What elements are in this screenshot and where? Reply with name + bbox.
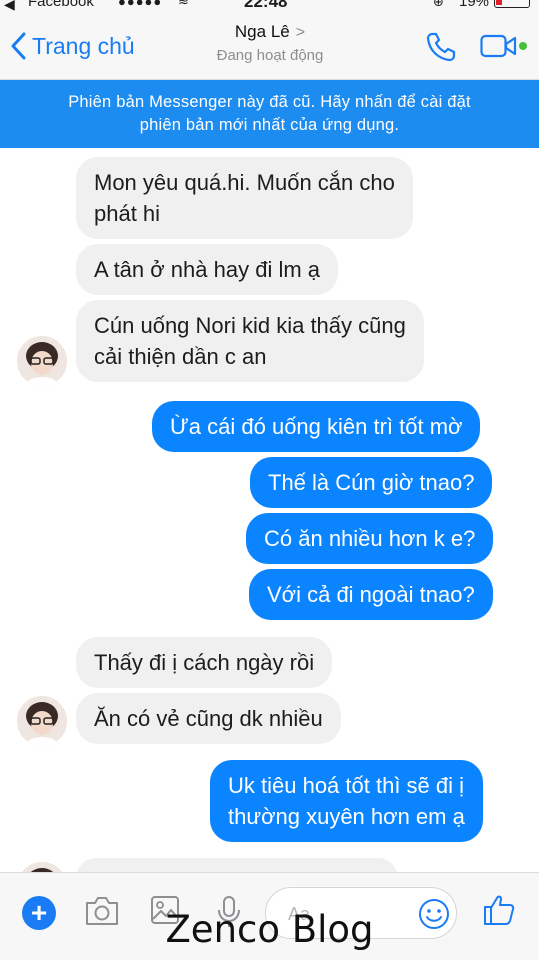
message-text-line: Thế là Cún giờ tnao?	[268, 470, 475, 495]
outgoing-message[interactable]: Uk tiêu hoá tốt thì sẽ đi ị thường xuyên…	[210, 760, 483, 842]
outgoing-message[interactable]: Ừa cái đó uống kiên trì tốt mờ	[152, 401, 481, 452]
back-button[interactable]: Trang chủ	[10, 32, 135, 60]
contact-avatar[interactable]	[17, 336, 67, 386]
status-clock: 22:48	[244, 0, 288, 11]
message-text-line: Mon yêu quá.hi. Muốn cắn cho	[94, 170, 395, 195]
avatar-image	[17, 336, 67, 386]
update-banner[interactable]: Phiên bản Messenger này đã cũ. Hãy nhấn …	[0, 80, 539, 148]
avatar-image	[17, 696, 67, 746]
incoming-message[interactable]: Thấy đi ị cách ngày rồi	[76, 637, 333, 688]
contact-title[interactable]: Nga Lê > Đang hoạt động	[180, 22, 360, 64]
watermark: Zenco Blog	[165, 908, 374, 951]
active-status-dot	[519, 42, 527, 50]
outgoing-message[interactable]: Với cả đi ngoài tnao?	[249, 569, 493, 620]
status-app-name[interactable]: Facebook	[28, 0, 94, 9]
back-chevron-icon	[11, 32, 26, 60]
message-text-line: thường xuyên hơn em ạ	[228, 804, 465, 829]
message-text-line: phát hi	[94, 201, 161, 226]
message-text-line: cải thiện dần c an	[94, 344, 267, 369]
incoming-message[interactable]: Cún uống Nori kid kia thấy cũng cải thiệ…	[76, 300, 424, 382]
video-camera-icon[interactable]	[480, 34, 518, 58]
contact-avatar[interactable]	[17, 696, 67, 746]
status-back-icon[interactable]: ◀	[4, 0, 15, 11]
message-text-line: Ăn có vẻ cũng dk nhiều	[94, 706, 323, 731]
status-bar: ◀ Facebook ●●●●● ≋ 22:48 ⊕ 19%	[0, 0, 539, 14]
conversation-header: Trang chủ Nga Lê > Đang hoạt động	[0, 14, 539, 80]
incoming-message[interactable]: Ăn có vẻ cũng dk nhiều	[76, 693, 341, 744]
phone-icon[interactable]	[424, 30, 458, 64]
signal-strength: ●●●●●	[118, 0, 163, 9]
incoming-message[interactable]: A tân ở nhà hay đi lm ạ	[76, 244, 339, 295]
message-text-line: Cún uống Nori kid kia thấy cũng	[94, 313, 406, 338]
incoming-message[interactable]: Mon yêu quá.hi. Muốn cắn cho phát hi	[76, 157, 413, 239]
banner-line-2: phiên bản mới nhất của ứng dụng.	[139, 116, 400, 134]
message-text-line: Uk tiêu hoá tốt thì sẽ đi ị	[228, 773, 465, 798]
contact-status: Đang hoạt động	[216, 47, 324, 64]
back-label: Trang chủ	[32, 32, 135, 59]
contact-name: Nga Lê	[234, 22, 290, 41]
chevron-right-icon: >	[295, 24, 306, 41]
outgoing-message[interactable]: Thế là Cún giờ tnao?	[250, 457, 493, 508]
rotation-lock-icon: ⊕	[433, 0, 444, 9]
message-text-line: Ừa cái đó uống kiên trì tốt mờ	[170, 414, 463, 439]
message-text-line: Thấy đi ị cách ngày rồi	[94, 650, 315, 675]
banner-line-1: Phiên bản Messenger này đã cũ. Hãy nhấn …	[68, 93, 471, 111]
message-text-line: A tân ở nhà hay đi lm ạ	[94, 257, 321, 282]
wifi-icon: ≋	[178, 0, 189, 8]
message-text-line: Có ăn nhiều hơn k e?	[264, 526, 476, 551]
message-text-line: Với cả đi ngoài tnao?	[267, 582, 475, 607]
battery-icon	[494, 0, 530, 8]
battery-percent: 19%	[459, 0, 490, 10]
outgoing-message[interactable]: Có ăn nhiều hơn k e?	[246, 513, 494, 564]
